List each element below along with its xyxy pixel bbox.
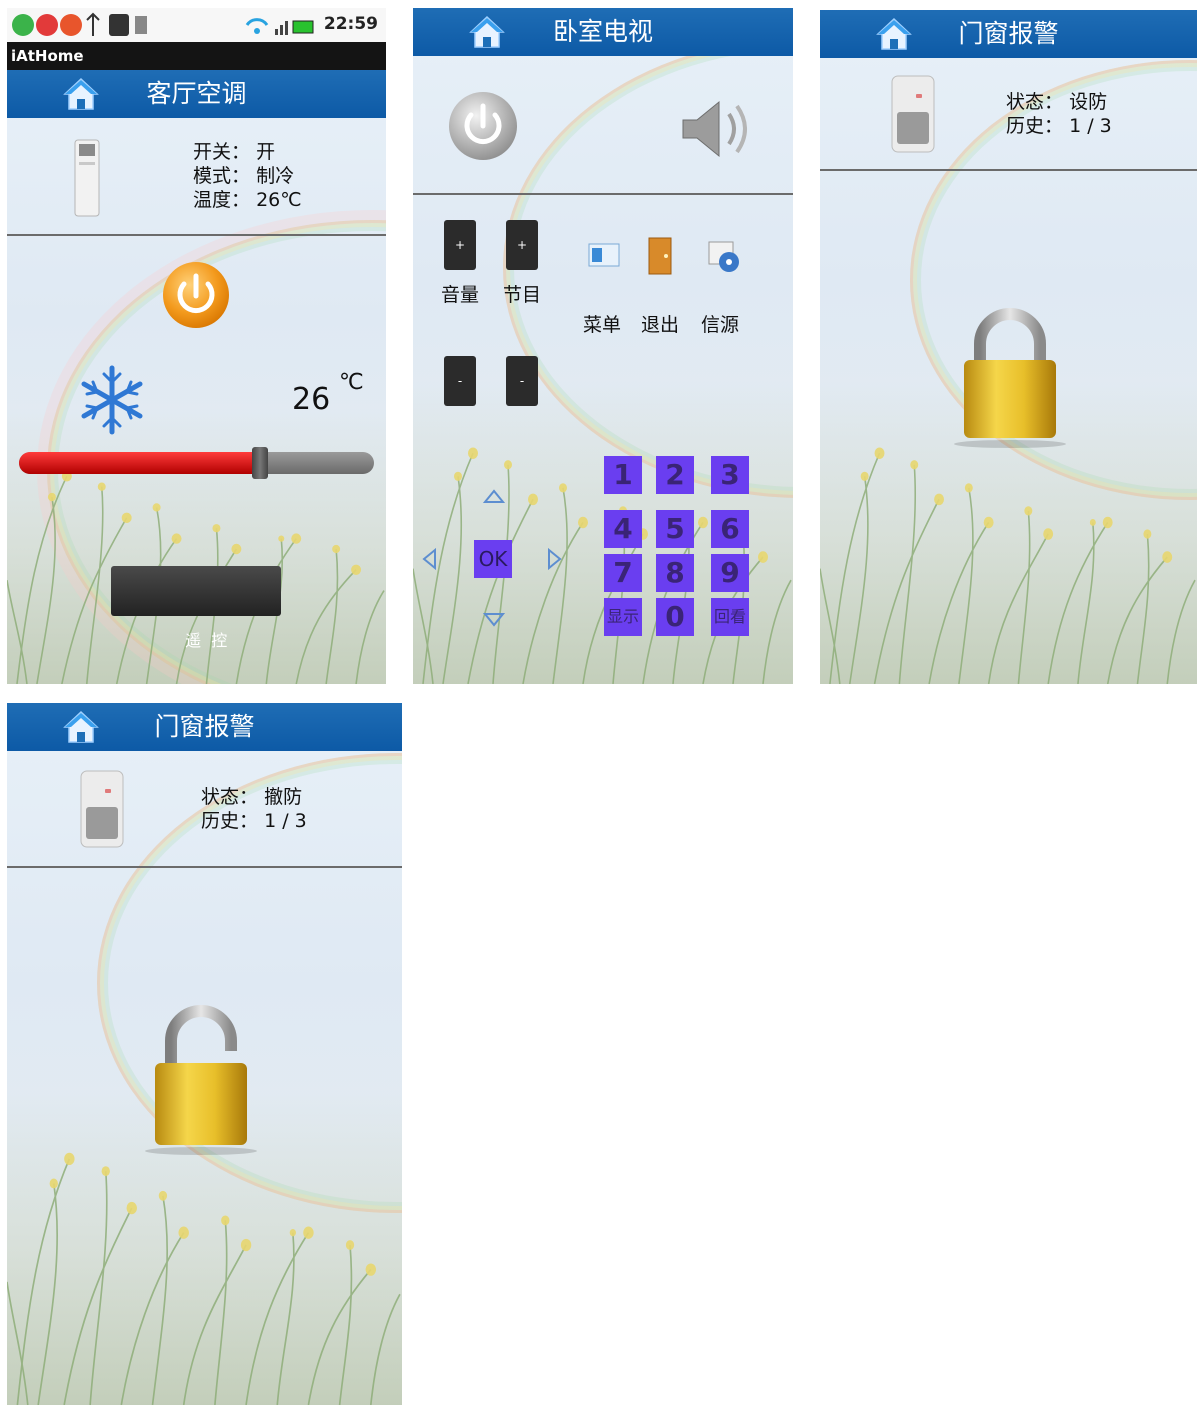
switch-value: 开 bbox=[256, 141, 276, 163]
keypad-key[interactable]: 8 bbox=[656, 554, 694, 592]
motion-sensor-icon bbox=[891, 75, 935, 153]
slider-thumb[interactable] bbox=[252, 447, 268, 479]
divider bbox=[7, 234, 386, 236]
volume-label: 音量 bbox=[441, 284, 480, 306]
power-button[interactable] bbox=[161, 260, 231, 330]
alarm-status-info: 状态： 设防 历史： 1 / 3 bbox=[1006, 90, 1112, 138]
status-value: 设防 bbox=[1069, 91, 1108, 113]
locked-padlock-icon[interactable] bbox=[950, 296, 1090, 456]
status-label: 状态： bbox=[1006, 91, 1064, 113]
slider-fill bbox=[19, 452, 260, 474]
ac-screen: 客厅空调 开关： 开 模式： 制冷 温度： 26℃ 26 ℃ 遥 控 bbox=[7, 70, 386, 684]
divider bbox=[7, 866, 402, 868]
remote-button-label: 遥 控 bbox=[185, 631, 228, 650]
temperature-slider[interactable] bbox=[19, 447, 374, 479]
air-conditioner-icon bbox=[74, 139, 100, 217]
snowflake-icon[interactable] bbox=[77, 364, 147, 436]
motion-sensor-icon bbox=[80, 770, 124, 848]
mode-value: 制冷 bbox=[256, 165, 295, 187]
set-temperature: 26 bbox=[292, 382, 331, 417]
remote-button[interactable]: 遥 控 bbox=[111, 566, 281, 650]
history-value: 1 / 3 bbox=[1069, 115, 1112, 137]
temperature-unit: ℃ bbox=[339, 370, 364, 395]
switch-label: 开关： bbox=[193, 141, 251, 163]
keypad-key[interactable]: 2 bbox=[656, 456, 694, 494]
speaker-icon[interactable] bbox=[677, 94, 757, 164]
alarm-disarmed-screen: 门窗报警 状态： 撤防 历史： 1 / 3 bbox=[7, 703, 402, 1405]
exit-door-icon[interactable] bbox=[645, 236, 675, 276]
channel-label: 节目 bbox=[503, 284, 542, 306]
volume-down-button[interactable]: - bbox=[444, 356, 476, 406]
signal-icons bbox=[245, 18, 314, 35]
history-label: 历史： bbox=[1006, 115, 1064, 137]
channel-up-button[interactable]: + bbox=[506, 220, 538, 270]
up-arrow-icon[interactable] bbox=[483, 488, 505, 504]
keypad-key[interactable]: 1 bbox=[604, 456, 642, 494]
ac-status-info: 开关： 开 模式： 制冷 温度： 26℃ bbox=[193, 140, 302, 212]
divider bbox=[820, 169, 1197, 171]
channel-down-button[interactable]: - bbox=[506, 356, 538, 406]
alarm-armed-screen: 门窗报警 状态： 设防 历史： 1 / 3 bbox=[820, 10, 1197, 684]
menu-label: 菜单 bbox=[583, 314, 622, 336]
keypad-key[interactable]: 7 bbox=[604, 554, 642, 592]
right-arrow-icon[interactable] bbox=[547, 548, 563, 570]
app-name: iAtHome bbox=[7, 42, 386, 70]
notification-icons bbox=[12, 12, 147, 36]
keypad-key[interactable]: 6 bbox=[711, 510, 749, 548]
page-title: 客厅空调 bbox=[146, 79, 247, 108]
keypad-key[interactable]: 显示 bbox=[604, 598, 642, 636]
exit-label: 退出 bbox=[641, 314, 680, 336]
source-icon[interactable] bbox=[707, 240, 743, 274]
page-title: 门窗报警 bbox=[958, 19, 1059, 48]
keypad-key[interactable]: 5 bbox=[656, 510, 694, 548]
unlocked-padlock-icon[interactable] bbox=[141, 999, 281, 1159]
keypad-key[interactable]: 3 bbox=[711, 456, 749, 494]
number-keypad: 1 2 3 4 5 6 7 8 9 显示 0 回看 bbox=[604, 456, 764, 646]
down-arrow-icon[interactable] bbox=[483, 612, 505, 628]
history-label: 历史： bbox=[201, 810, 259, 832]
power-button[interactable] bbox=[447, 90, 519, 162]
menu-icon[interactable] bbox=[587, 240, 621, 270]
status-label: 状态： bbox=[201, 786, 259, 808]
history-value: 1 / 3 bbox=[264, 810, 307, 832]
ok-button[interactable]: OK bbox=[474, 540, 512, 578]
temp-label: 温度： bbox=[193, 189, 251, 211]
temp-value: 26℃ bbox=[256, 189, 302, 211]
volume-up-button[interactable]: + bbox=[444, 220, 476, 270]
keypad-key[interactable]: 4 bbox=[604, 510, 642, 548]
tv-screen: 卧室电视 + + 音量 节目 - - 菜单 退出 信源 OK 123 456 789… bbox=[413, 8, 793, 684]
mode-label: 模式： bbox=[193, 165, 251, 187]
keypad-key[interactable]: 0 bbox=[656, 598, 694, 636]
page-title: 卧室电视 bbox=[552, 17, 653, 46]
left-arrow-icon[interactable] bbox=[421, 548, 437, 570]
keypad-key[interactable]: 回看 bbox=[711, 598, 749, 636]
keypad-key[interactable]: 9 bbox=[711, 554, 749, 592]
source-label: 信源 bbox=[701, 314, 740, 336]
divider bbox=[413, 193, 793, 195]
status-value: 撤防 bbox=[264, 786, 303, 808]
alarm-status-info: 状态： 撤防 历史： 1 / 3 bbox=[201, 785, 307, 833]
clock: 22:59 bbox=[323, 14, 378, 34]
status-bar: 22:59 bbox=[7, 8, 386, 42]
page-title: 门窗报警 bbox=[154, 712, 255, 741]
